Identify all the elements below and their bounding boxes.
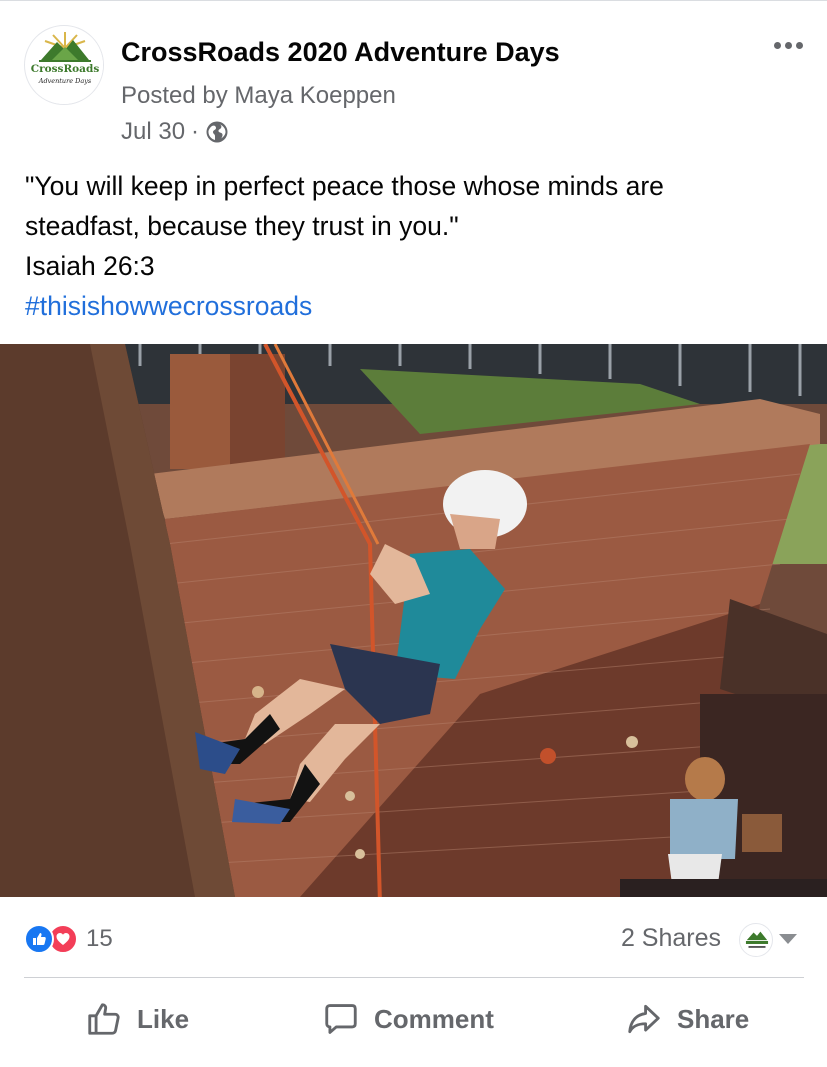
share-as-page-avatar[interactable]	[739, 923, 773, 957]
more-options-icon	[773, 41, 781, 49]
like-reaction-icon	[24, 924, 54, 954]
like-label: Like	[137, 1003, 190, 1034]
reaction-count: 15	[86, 925, 113, 952]
svg-text:Adventure Days: Adventure Days	[38, 77, 92, 85]
comment-icon	[325, 1004, 357, 1034]
more-options-button[interactable]	[768, 30, 808, 60]
like-button[interactable]: Like	[85, 996, 189, 1042]
page-name-link[interactable]: CrossRoads 2020 Adventure Days	[121, 37, 560, 68]
post-text-line: "You will keep in perfect peace those wh…	[25, 171, 664, 201]
reactions-summary[interactable]: 15	[24, 923, 113, 955]
comment-button[interactable]: Comment	[322, 996, 494, 1042]
post-meta: Jul 30 ·	[121, 117, 229, 147]
post-date[interactable]: Jul 30	[121, 118, 185, 146]
page-avatar[interactable]: CrossRoads Adventure Days	[24, 25, 104, 105]
chevron-down-icon[interactable]	[779, 934, 797, 944]
meta-separator: ·	[191, 118, 200, 145]
share-button[interactable]: Share	[625, 996, 749, 1042]
share-label: Share	[677, 1003, 750, 1034]
post-message: "You will keep in perfect peace those wh…	[25, 166, 815, 326]
crossroads-logo: CrossRoads Adventure Days	[26, 27, 103, 104]
post-text-line: Isaiah 26:3	[25, 251, 155, 281]
svg-text:CrossRoads: CrossRoads	[31, 63, 100, 75]
shares-count[interactable]: 2 Shares	[621, 924, 721, 953]
divider	[24, 977, 804, 978]
post-text-line: steadfast, because they trust in you."	[25, 211, 459, 241]
globe-icon[interactable]	[205, 120, 229, 144]
hashtag-link[interactable]: #thisishowwecrossroads	[25, 286, 815, 326]
comment-label: Comment	[374, 1003, 494, 1034]
share-arrow-icon	[628, 1004, 660, 1034]
top-border	[0, 0, 827, 1]
posted-by-text: Posted by Maya Koeppen	[121, 82, 396, 109]
thumbs-up-icon	[88, 1003, 120, 1035]
post-photo[interactable]	[0, 344, 827, 897]
